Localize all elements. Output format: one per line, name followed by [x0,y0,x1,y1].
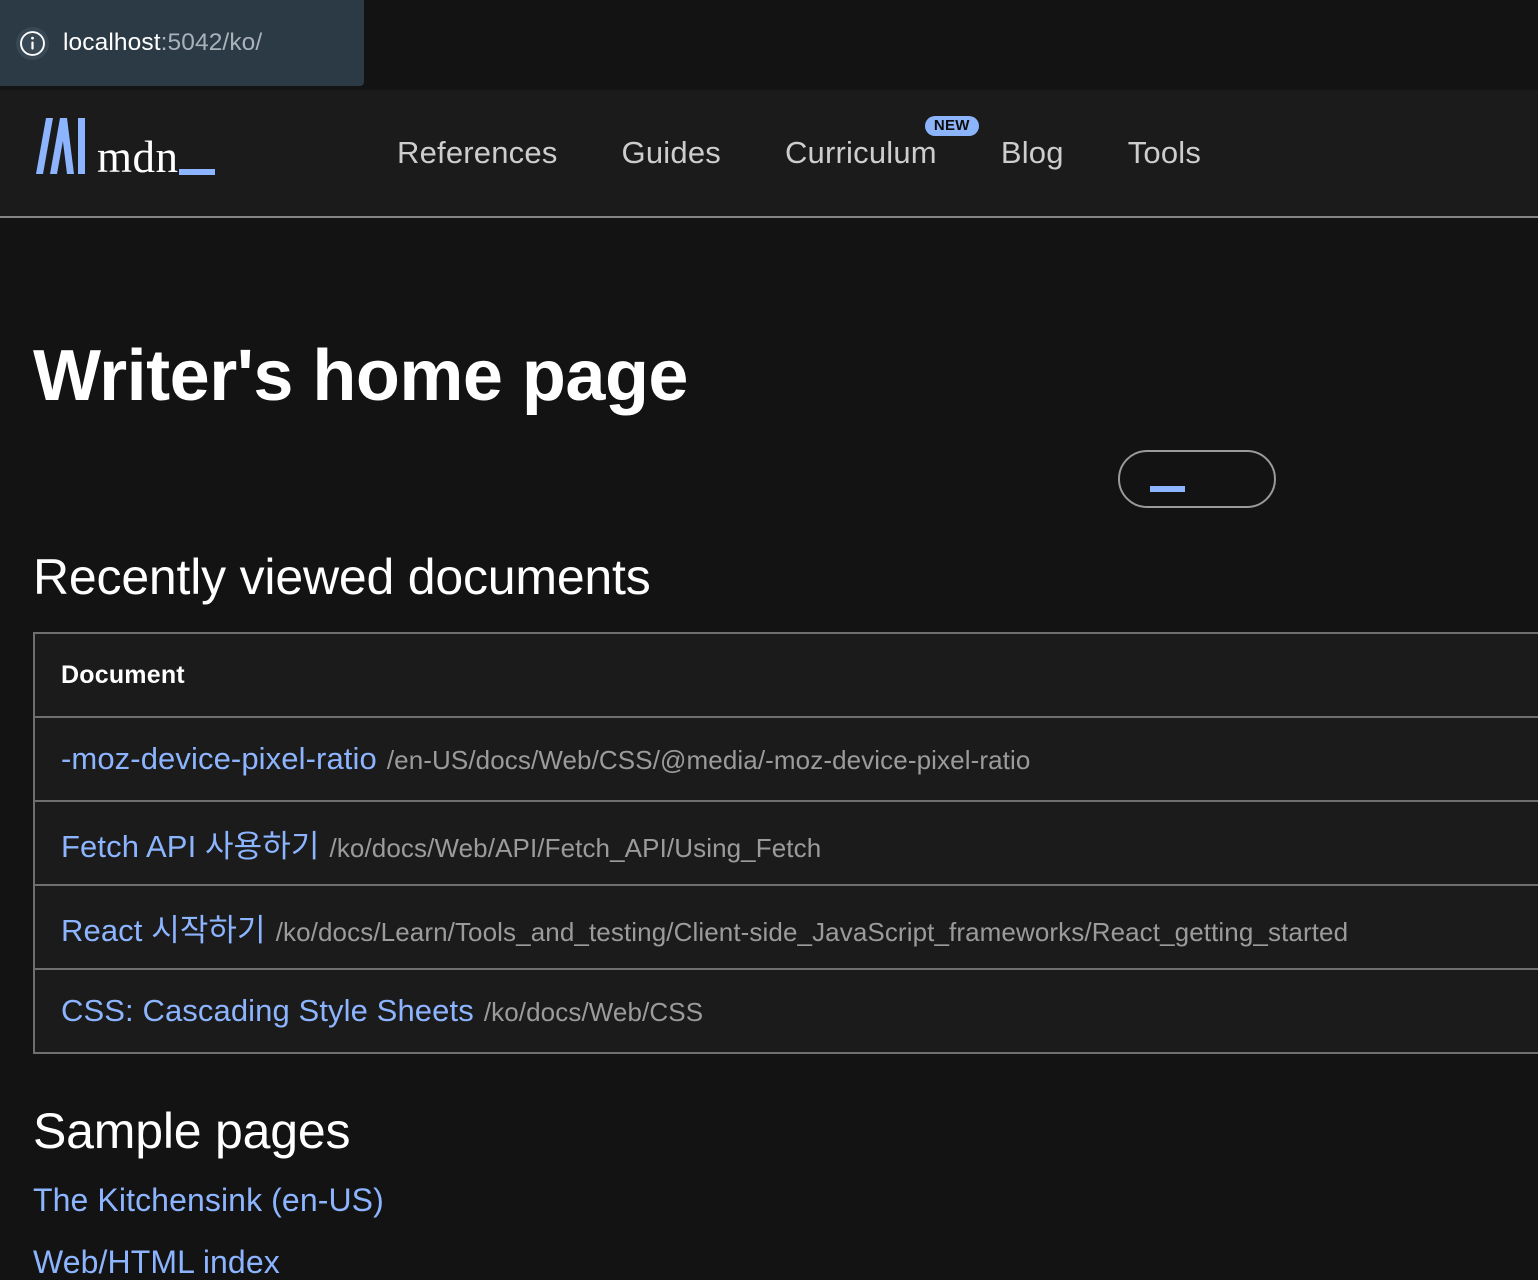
browser-page: localhost:5042/ko/ mdn References Guides… [0,0,1538,1280]
table-row: React 시작하기/ko/docs/Learn/Tools_and_testi… [33,884,1538,970]
url-path: :5042/ko/ [160,29,263,56]
site-header: mdn References Guides Curriculum NEW Blo… [0,90,1538,218]
recently-viewed-heading: Recently viewed documents [33,549,651,605]
nav-item-tools[interactable]: Tools [1128,135,1201,171]
document-link[interactable]: CSS: Cascading Style Sheets [61,993,474,1028]
table-row: Fetch API 사용하기/ko/docs/Web/API/Fetch_API… [33,800,1538,886]
table-cell-document: CSS: Cascading Style Sheets/ko/docs/Web/… [33,968,1538,1054]
document-link[interactable]: React 시작하기 [61,913,266,948]
table-row: -moz-device-pixel-ratio/en-US/docs/Web/C… [33,716,1538,802]
mdn-wordmark: mdn [97,132,179,182]
table-row: CSS: Cascading Style Sheets/ko/docs/Web/… [33,968,1538,1054]
main-navigation: References Guides Curriculum NEW Blog To… [397,90,1201,216]
info-circle-icon [16,26,49,60]
table-head: Document [33,632,1538,718]
mdn-m-logo-icon [33,117,88,180]
document-link[interactable]: Fetch API 사용하기 [61,829,320,864]
main-content: Writer's home page Recently viewed docum… [0,220,1538,1280]
document-path: /ko/docs/Web/CSS [483,997,704,1027]
sample-link-web-html-index[interactable]: Web/HTML index [33,1244,280,1280]
table-body: -moz-device-pixel-ratio/en-US/docs/Web/C… [33,716,1538,1054]
url-status-inner: localhost:5042/ko/ [16,26,262,60]
column-header-document: Document [33,632,1538,718]
nav-label: Blog [1000,135,1064,170]
sample-link-kitchensink[interactable]: The Kitchensink (en-US) [33,1182,384,1218]
document-path: /ko/docs/Learn/Tools_and_testing/Client-… [275,916,1349,947]
table-cell-document: React 시작하기/ko/docs/Learn/Tools_and_testi… [33,884,1538,970]
mdn-plus-pill-button[interactable] [1118,450,1276,508]
nav-label: Curriculum [784,135,937,170]
table-cell-document: -moz-device-pixel-ratio/en-US/docs/Web/C… [33,716,1538,802]
new-badge: NEW [924,116,979,136]
url-text: localhost:5042/ko/ [63,29,262,57]
nav-label: Tools [1127,135,1202,170]
list-item: The Kitchensink (en-US) [33,1182,1538,1219]
page-title: Writer's home page [33,336,688,416]
url-status-overlay: localhost:5042/ko/ [0,0,364,86]
table-header-row: Document [33,632,1538,718]
nav-item-references[interactable]: References [397,135,558,171]
nav-label: References [397,135,558,170]
nav-label: Guides [621,135,721,170]
underscore-icon [179,169,215,175]
recently-viewed-table: Document -moz-device-pixel-ratio/en-US/d… [33,632,1538,1054]
list-item: Web/HTML index [33,1244,1538,1280]
nav-item-curriculum[interactable]: Curriculum NEW [784,116,979,171]
document-path: /en-US/docs/Web/CSS/@media/-moz-device-p… [386,745,1031,775]
document-link[interactable]: -moz-device-pixel-ratio [61,741,377,776]
sample-pages-list: The Kitchensink (en-US) Web/HTML index [0,1156,1538,1280]
underscore-icon [1150,486,1185,492]
url-host: localhost [63,29,161,56]
table-cell-document: Fetch API 사용하기/ko/docs/Web/API/Fetch_API… [33,800,1538,886]
document-path: /ko/docs/Web/API/Fetch_API/Using_Fetch [329,832,822,863]
sample-pages-heading: Sample pages [33,1103,351,1159]
recently-viewed-table-wrap: Document -moz-device-pixel-ratio/en-US/d… [0,632,1538,1054]
mdn-logo[interactable]: mdn [33,117,215,182]
nav-item-blog[interactable]: Blog [1001,135,1064,171]
nav-item-guides[interactable]: Guides [622,135,721,171]
